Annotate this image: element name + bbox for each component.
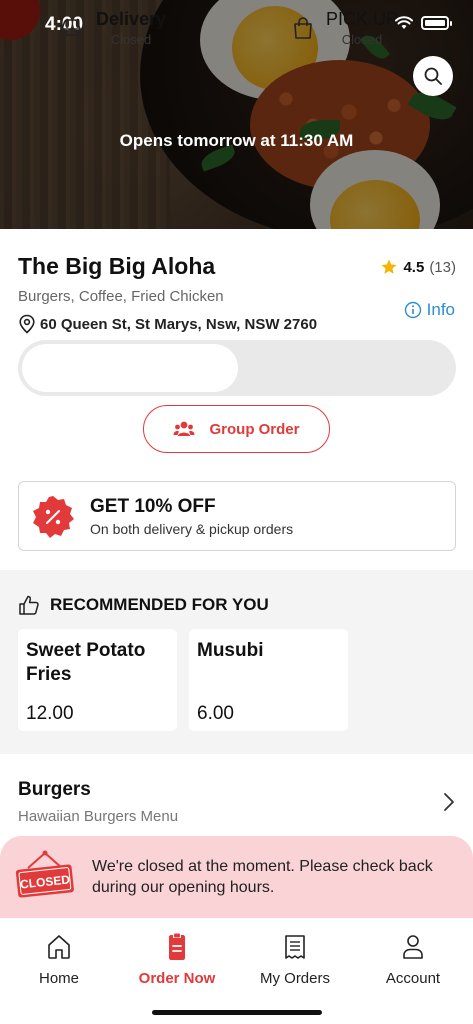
promo-card[interactable]: GET 10% OFF On both delivery & pickup or… <box>18 481 456 551</box>
star-icon <box>381 259 397 274</box>
delivery-label: Delivery <box>96 9 167 29</box>
home-indicator <box>152 1010 322 1015</box>
tab-order-now[interactable]: Order Now <box>118 932 236 987</box>
closed-sign-icon: CLOSED <box>15 850 74 898</box>
item-name: Musubi <box>197 640 264 661</box>
promo-title: GET 10% OFF <box>90 496 216 517</box>
address-text: 60 Queen St, St Marys, Nsw, NSW 2760 <box>40 315 318 333</box>
tab-account-label: Account <box>385 970 441 987</box>
search-button[interactable] <box>413 56 453 96</box>
rating-value: 4.5 <box>403 258 425 276</box>
home-icon <box>48 935 70 959</box>
store-rating: 4.5 (13) <box>380 258 456 276</box>
tab-my-orders-label: My Orders <box>259 970 330 987</box>
bottom-tab-bar: Home Order Now My Orders Account <box>0 918 473 1024</box>
closed-banner: CLOSED We're closed at the moment. Pleas… <box>0 836 473 918</box>
item-name: Sweet Potato Fries <box>26 640 146 685</box>
battery-icon <box>421 16 452 30</box>
search-icon <box>424 67 442 85</box>
closed-message: We're closed at the moment. Please check… <box>92 858 433 896</box>
order-icon <box>169 933 185 960</box>
recommended-heading: RECOMMENDED FOR YOU <box>18 594 269 616</box>
tab-home-label: Home <box>38 970 79 987</box>
location-pin-icon <box>19 314 35 334</box>
store-address: 60 Queen St, St Marys, Nsw, NSW 2760 <box>18 314 317 334</box>
recommended-section: RECOMMENDED FOR YOU Sweet Potato Fries 1… <box>0 570 473 754</box>
toggle-selected-pill <box>22 344 238 392</box>
info-link[interactable]: Info <box>404 300 455 320</box>
delivery-option[interactable]: Delivery Closed <box>58 4 166 52</box>
discount-badge-icon <box>33 496 74 538</box>
tab-account[interactable]: Account <box>354 932 472 987</box>
category-subtitle: Hawaiian Burgers Menu <box>18 808 179 825</box>
shopping-bag-icon <box>294 17 312 39</box>
group-icon <box>173 421 195 436</box>
receipt-icon <box>285 935 305 959</box>
chevron-right-icon[interactable] <box>443 792 455 812</box>
promo-subtitle: On both delivery & pickup orders <box>90 521 294 537</box>
opening-hours-text: Opens tomorrow at 11:30 AM <box>119 131 354 150</box>
item-price: 12.00 <box>26 703 74 724</box>
store-cuisine: Burgers, Coffee, Fried Chicken <box>18 288 224 305</box>
thumbs-up-icon <box>19 595 39 615</box>
tab-home[interactable]: Home <box>0 932 118 987</box>
pickup-option[interactable]: PICK UP Closed <box>292 4 398 52</box>
info-label: Info <box>426 300 455 319</box>
group-order-button[interactable]: Group Order <box>143 405 330 453</box>
tab-order-now-label: Order Now <box>138 970 216 987</box>
rating-count: (13) <box>429 258 456 276</box>
user-icon <box>403 935 423 959</box>
item-price: 6.00 <box>197 703 234 724</box>
info-icon <box>404 301 421 319</box>
group-order-label: Group Order <box>209 420 300 438</box>
recommended-item-card[interactable]: Sweet Potato Fries 12.00 <box>18 629 177 731</box>
recommended-heading-text: RECOMMENDED FOR YOU <box>50 595 269 614</box>
recommended-item-card[interactable]: Musubi 6.00 <box>189 629 348 731</box>
car-icon <box>61 19 81 38</box>
pickup-status: Closed <box>341 32 383 47</box>
status-icons <box>395 16 452 30</box>
delivery-status: Closed <box>110 32 152 47</box>
category-title[interactable]: Burgers <box>18 779 91 801</box>
pickup-label: PICK UP <box>326 9 399 29</box>
store-name: The Big Big Aloha <box>18 253 216 279</box>
tab-my-orders[interactable]: My Orders <box>236 932 354 987</box>
order-mode-toggle <box>18 340 456 396</box>
